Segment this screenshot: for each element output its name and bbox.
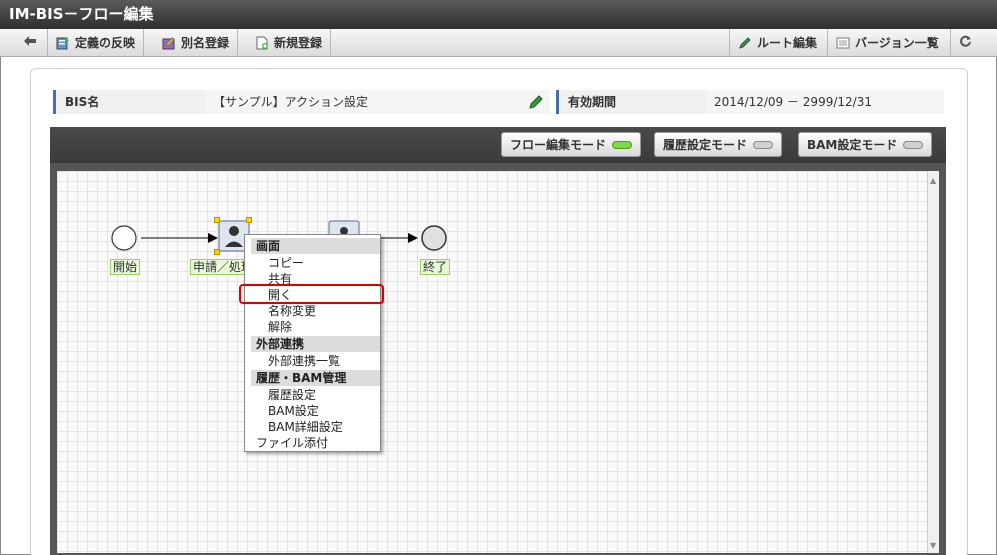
flow-edit-mode-label: フロー編集モード: [510, 138, 607, 152]
refresh-icon: [959, 35, 972, 51]
menu-item-external-list[interactable]: 外部連携一覧: [268, 353, 340, 369]
back-button[interactable]: [12, 29, 48, 56]
start-node-label: 開始: [110, 259, 141, 275]
menu-item-attach-file[interactable]: ファイル添付: [256, 435, 328, 451]
menu-header-external: 外部連携: [251, 336, 380, 352]
apply-icon: [56, 36, 70, 50]
menu-header-history-bam: 履歴・BAM管理: [251, 370, 380, 386]
flow-edit-mode-indicator: [612, 140, 633, 149]
new-register-button[interactable]: 新規登録: [247, 29, 332, 56]
alias-icon: [162, 36, 176, 50]
context-menu: 画面 コピー 共有 開く 名称変更 解除 外部連携 外部連携一覧 履歴・BAM管…: [244, 234, 381, 452]
bam-mode-button[interactable]: BAM設定モード: [798, 132, 933, 157]
edit-name-pencil-icon[interactable]: [528, 94, 544, 113]
menu-item-copy[interactable]: コピー: [268, 255, 304, 271]
back-arrow-icon: [23, 35, 37, 50]
route-edit-label: ルート編集: [757, 36, 818, 50]
bam-mode-label: BAM設定モード: [807, 138, 898, 152]
apply-definition-button[interactable]: 定義の反映: [48, 29, 145, 56]
menu-header-screen: 画面: [251, 238, 380, 254]
selection-handle-bl[interactable]: [214, 249, 220, 255]
flow-canvas[interactable]: [57, 171, 927, 553]
route-edit-button[interactable]: ルート編集: [729, 29, 825, 56]
scroll-down-icon[interactable]: ▼: [930, 541, 936, 550]
bis-name-label: BIS名: [53, 90, 205, 114]
scroll-up-icon[interactable]: ▲: [930, 176, 936, 185]
history-mode-button[interactable]: 履歴設定モード: [654, 132, 783, 157]
open-item-highlight: [239, 284, 384, 304]
list-icon: [836, 36, 850, 50]
period-label: 有効期間: [556, 90, 706, 114]
pencil-icon: [738, 36, 752, 50]
menu-item-bam-detail[interactable]: BAM詳細設定: [268, 419, 343, 435]
history-mode-label: 履歴設定モード: [663, 138, 748, 152]
version-list-button[interactable]: バージョン一覧: [827, 29, 947, 56]
version-list-label: バージョン一覧: [855, 36, 939, 50]
selection-handle-tr[interactable]: [246, 217, 252, 223]
period-value: 2014/12/09 － 2999/12/31: [706, 90, 944, 114]
new-document-icon: [255, 36, 269, 50]
window-title: IM-BIS－フロー編集: [0, 0, 997, 29]
alias-register-button[interactable]: 別名登録: [154, 29, 239, 56]
task-node-label: 申請／処理: [190, 259, 250, 275]
bis-name-value: 【サンプル】アクション設定: [205, 90, 550, 114]
alias-register-label: 別名登録: [181, 36, 230, 50]
vertical-scrollbar[interactable]: ▲ ▼: [927, 171, 939, 553]
menu-item-bam-setting[interactable]: BAM設定: [268, 403, 319, 419]
toolbar: 定義の反映 別名登録 新規登録 ルート編集 バージョン一覧: [0, 29, 997, 57]
mode-bar: フロー編集モード 履歴設定モード BAM設定モード: [50, 127, 946, 163]
refresh-button[interactable]: [950, 29, 980, 56]
end-node-label: 終了: [420, 259, 451, 275]
menu-item-release[interactable]: 解除: [268, 319, 292, 335]
selection-handle-tl[interactable]: [214, 217, 220, 223]
menu-item-rename[interactable]: 名称変更: [268, 303, 316, 319]
new-register-label: 新規登録: [274, 36, 323, 50]
flow-edit-mode-button[interactable]: フロー編集モード: [501, 132, 642, 157]
history-mode-indicator: [753, 140, 774, 149]
flow-canvas-container: ▲ ▼: [50, 163, 946, 555]
menu-item-history-setting[interactable]: 履歴設定: [268, 387, 316, 403]
apply-definition-label: 定義の反映: [75, 36, 136, 50]
bam-mode-indicator: [903, 140, 924, 149]
